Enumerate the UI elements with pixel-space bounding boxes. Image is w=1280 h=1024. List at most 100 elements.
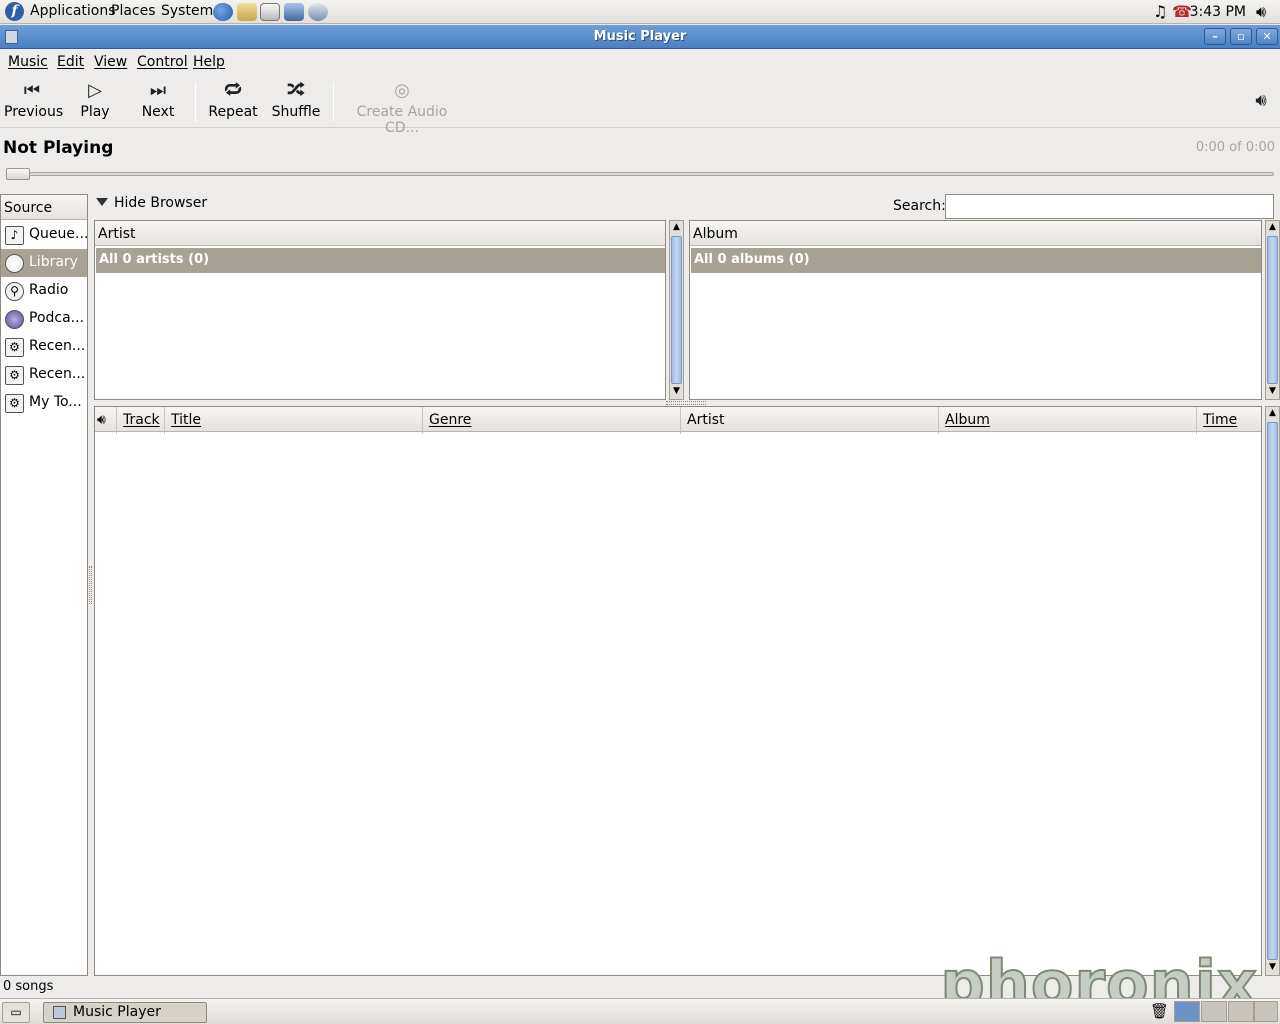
close-button[interactable]: ✕ xyxy=(1256,28,1278,45)
library-icon: ◉ xyxy=(5,254,24,273)
smart-playlist-icon: ⚙ xyxy=(5,338,24,357)
taskbar-button-music-player[interactable]: Music Player xyxy=(43,1002,207,1023)
repeat-icon: 🔁︎ xyxy=(224,80,242,101)
play-icon: ▷ xyxy=(88,80,102,101)
search-label: Search: xyxy=(893,198,946,214)
speaker-icon: 🔊︎ xyxy=(1255,90,1267,111)
menubar: Music Edit View Control Help xyxy=(0,50,1280,74)
source-item-label: Recen... xyxy=(29,338,86,354)
applications-menu[interactable]: Applications xyxy=(30,3,116,19)
create-audio-cd-button[interactable]: ◎ Create Audio CD... xyxy=(342,78,462,136)
column-header-time[interactable]: Time xyxy=(1197,407,1261,434)
scroll-down-icon[interactable]: ▼ xyxy=(670,385,683,399)
window-titlebar[interactable]: Music Player – ▫ ✕ xyxy=(0,25,1280,49)
presentation-icon[interactable] xyxy=(284,3,304,21)
volume-icon[interactable]: 🔊︎ xyxy=(1256,3,1266,21)
text-editor-icon[interactable] xyxy=(260,3,280,21)
column-header-album[interactable]: Album xyxy=(939,407,1197,434)
source-item-recently-played[interactable]: ⚙ Recen... xyxy=(1,361,87,389)
workspace-2[interactable] xyxy=(1201,1001,1227,1022)
toolbar-separator xyxy=(333,82,334,122)
elapsed-time: 0:00 of 0:00 xyxy=(1195,140,1275,155)
maximize-button[interactable]: ▫ xyxy=(1230,28,1252,45)
scroll-up-icon[interactable]: ▲ xyxy=(1266,407,1279,421)
column-header-artist[interactable]: Artist xyxy=(681,407,939,434)
minimize-button[interactable]: – xyxy=(1204,28,1226,45)
menu-control[interactable]: Control xyxy=(137,54,188,70)
menu-edit[interactable]: Edit xyxy=(57,54,84,70)
toolbar: ⏮︎ Previous ▷ Play ⏭︎ Next 🔁︎ Repeat 🔀︎ … xyxy=(0,74,1280,136)
hide-browser-label: Hide Browser xyxy=(114,195,208,211)
scrollbar-thumb[interactable] xyxy=(1267,422,1278,960)
next-button[interactable]: ⏭︎ Next xyxy=(133,78,183,124)
seek-slider-handle[interactable] xyxy=(6,168,30,180)
workspace-4[interactable] xyxy=(1254,1001,1278,1022)
source-column-header[interactable]: Source xyxy=(1,195,87,220)
workspace-1[interactable] xyxy=(1174,1001,1200,1022)
column-header-genre[interactable]: Genre xyxy=(423,407,681,434)
fedora-logo-icon[interactable]: f xyxy=(5,2,24,21)
previous-label: Previous xyxy=(4,104,64,120)
menu-help[interactable]: Help xyxy=(193,54,225,70)
repeat-button[interactable]: 🔁︎ Repeat xyxy=(207,78,259,124)
source-item-library[interactable]: ◉ Library xyxy=(1,249,87,277)
web-browser-icon[interactable] xyxy=(213,3,233,21)
system-menu[interactable]: System xyxy=(161,3,213,19)
play-button[interactable]: ▷ Play xyxy=(70,78,120,124)
trash-icon[interactable]: 🗑︎ xyxy=(1150,1002,1169,1022)
artist-scrollbar[interactable]: ▲ ▼ xyxy=(669,220,684,400)
desktop-icon: ▭ xyxy=(10,1005,22,1019)
source-item-queue[interactable]: ♪ Queue... xyxy=(1,221,87,249)
pane-resize-handle[interactable] xyxy=(89,566,92,604)
menu-music[interactable]: Music xyxy=(8,54,48,70)
next-icon: ⏭︎ xyxy=(149,80,167,101)
artist-column-header[interactable]: Artist xyxy=(95,221,665,246)
album-scrollbar[interactable]: ▲ ▼ xyxy=(1265,220,1280,400)
music-note-icon[interactable]: ♫ xyxy=(1153,3,1167,21)
track-list-header: 🔊︎ Track Title Genre Artist Album Time xyxy=(95,407,1261,434)
source-item-my-top-rated[interactable]: ⚙ My To... xyxy=(1,389,87,417)
scroll-down-icon[interactable]: ▼ xyxy=(1266,961,1279,975)
column-header-track[interactable]: Track xyxy=(117,407,165,434)
source-item-label: My To... xyxy=(29,394,82,410)
track-list-scrollbar[interactable]: ▲ ▼ xyxy=(1265,406,1280,976)
scroll-down-icon[interactable]: ▼ xyxy=(1266,385,1279,399)
artist-all-row[interactable]: All 0 artists (0) xyxy=(96,248,665,273)
column-header-title[interactable]: Title xyxy=(165,407,423,434)
expander-arrow-icon xyxy=(96,198,108,206)
previous-button[interactable]: ⏮︎ Previous xyxy=(4,78,64,124)
scrollbar-thumb[interactable] xyxy=(1267,236,1278,384)
cd-icon: ◎ xyxy=(394,80,410,101)
source-item-label: Recen... xyxy=(29,366,86,382)
shuffle-button[interactable]: 🔀︎ Shuffle xyxy=(270,78,322,124)
playing-column-header[interactable]: 🔊︎ xyxy=(95,407,117,434)
mail-client-icon[interactable] xyxy=(237,3,257,21)
hide-browser-toggle[interactable]: Hide Browser xyxy=(96,195,207,211)
source-list: Source ♪ Queue... ◉ Library ⚲ Radio Podc… xyxy=(0,194,88,976)
album-all-row[interactable]: All 0 albums (0) xyxy=(691,248,1261,273)
next-label: Next xyxy=(141,104,175,120)
status-bar-text: 0 songs xyxy=(3,979,54,994)
source-item-recently-added[interactable]: ⚙ Recen... xyxy=(1,333,87,361)
speaker-icon: 🔊︎ xyxy=(97,412,106,428)
scrollbar-thumb[interactable] xyxy=(671,236,682,384)
clock[interactable]: 3:43 PM xyxy=(1190,4,1246,20)
workspace-3[interactable] xyxy=(1228,1001,1254,1022)
album-column-header[interactable]: Album xyxy=(690,221,1261,246)
source-item-podcasts[interactable]: Podca... xyxy=(1,305,87,333)
show-desktop-button[interactable]: ▭ xyxy=(2,1002,30,1023)
now-playing-status: Not Playing xyxy=(3,138,114,158)
source-item-radio[interactable]: ⚲ Radio xyxy=(1,277,87,305)
browser-resize-handle[interactable] xyxy=(666,401,706,405)
scroll-up-icon[interactable]: ▲ xyxy=(1266,221,1279,235)
places-menu[interactable]: Places xyxy=(111,3,156,19)
track-list: 🔊︎ Track Title Genre Artist Album Time xyxy=(94,406,1262,976)
scroll-up-icon[interactable]: ▲ xyxy=(670,221,683,235)
search-input[interactable] xyxy=(945,194,1274,219)
bottom-panel: ▭ Music Player 🗑︎ xyxy=(0,998,1280,1024)
office-icon[interactable] xyxy=(308,3,328,21)
seek-slider[interactable] xyxy=(8,172,1274,176)
menu-view[interactable]: View xyxy=(94,54,127,70)
volume-button[interactable]: 🔊︎ xyxy=(1246,88,1276,134)
previous-icon: ⏮︎ xyxy=(23,80,41,101)
